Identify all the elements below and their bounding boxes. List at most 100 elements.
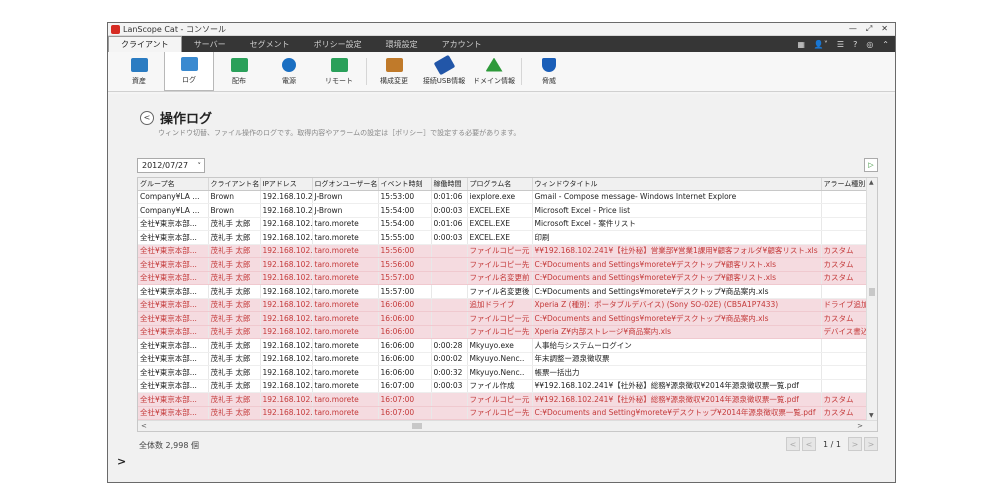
tab-policy[interactable]: ポリシー設定 [302,36,374,52]
table-cell: 15:57:00 [378,271,432,285]
tab-account[interactable]: アカウント [430,36,494,52]
table-row[interactable]: Company¥LA ... Brown 192.168.10.2 J-Brown 15… [138,190,867,204]
table-cell: 茂礼手 太郎 [208,379,261,393]
globe-icon[interactable]: ◎ [866,40,873,49]
export-icon[interactable]: ▷ [864,158,878,172]
user-icon[interactable]: 👤˅ [814,40,828,49]
help-icon[interactable]: ? [853,40,857,49]
table-cell: 全社¥東京本部... [138,311,209,326]
list-icon[interactable]: ☰ [837,40,844,49]
table-row[interactable]: 全社¥東京本部... 茂礼手 太郎 192.168.102... taro.moret… [138,217,867,231]
tab-environment[interactable]: 環境設定 [374,36,430,52]
table-cell: taro.morete [312,298,379,312]
building-icon[interactable]: ▦ [797,40,805,49]
tab-client[interactable]: クライアント [108,36,182,52]
column-header-window[interactable]: ウィンドウタイトル [532,178,822,191]
title-bar: LanScope Cat - コンソール — ⤢ ✕ [108,23,895,36]
scroll-left-icon[interactable]: < [141,422,147,430]
table-cell: 全社¥東京本部... [138,217,209,231]
table-cell: 印刷 [532,230,822,245]
toolbar-threat[interactable]: 脅威 [524,52,574,91]
table-cell: カスタム [821,392,867,407]
table-cell: 全社¥東京本部... [138,325,209,339]
maximize-icon[interactable]: ⤢ [866,24,872,34]
table-row[interactable]: 全社¥東京本部... 茂礼手 太郎 192.168.102... taro.moret… [138,365,867,380]
tab-server[interactable]: サーバー [182,36,238,52]
table-row[interactable]: 全社¥東京本部... 茂礼手 太郎 192.168.102... taro.moret… [138,271,867,285]
table-row[interactable]: Company¥LA ... Brown 192.168.10.2 J-Brown 15… [138,203,867,218]
table-cell [821,338,867,353]
toolbar-threat-label: 脅威 [542,76,556,85]
table-cell: taro.morete [312,406,379,420]
table-cell [821,190,867,204]
table-row[interactable]: 全社¥東京本部... 茂礼手 太郎 192.168.102... taro.moret… [138,338,867,353]
table-cell: 茂礼手 太郎 [208,406,261,420]
table-row[interactable]: 全社¥東京本部... 茂礼手 太郎 192.168.102... taro.moret… [138,244,867,258]
app-logo-icon [111,24,120,34]
table-cell: taro.morete [312,284,379,299]
table-row[interactable]: 全社¥東京本部... 茂礼手 太郎 192.168.102... taro.moret… [138,230,867,245]
table-row[interactable]: 全社¥東京本部... 茂礼手 太郎 192.168.102... taro.moret… [138,284,867,299]
expand-icon[interactable]: > [117,455,126,468]
column-header-client[interactable]: クライアント名 [208,178,261,191]
table-cell: Gmail - Compose message- Windows Interne… [532,190,822,204]
column-header-time[interactable]: イベント時刻 [378,178,432,191]
table-row[interactable]: 全社¥東京本部... 茂礼手 太郎 192.168.102... taro.moret… [138,352,867,366]
next-page-button[interactable]: > [848,437,862,451]
table-cell: 192.168.102... [260,379,313,393]
table-row[interactable]: 全社¥東京本部... 茂礼手 太郎 192.168.102... taro.moret… [138,257,867,272]
column-header-group[interactable]: グループ名 [138,178,209,191]
table-cell: 茂礼手 太郎 [208,271,261,285]
prev-page-button[interactable]: < [802,437,817,451]
table-cell: ¥¥192.168.102.241¥【社外秘】総務¥源泉徴収¥2014年源泉徴収… [532,392,822,407]
date-select[interactable]: 2012/07/27 ˅ [137,158,205,173]
table-cell: 全社¥東京本部... [138,284,209,299]
table-cell: taro.morete [312,311,379,326]
column-header-uptime[interactable]: 稼働時間 [431,178,468,191]
toolbar-usb[interactable]: 接続USB情報 [419,52,469,91]
close-icon[interactable]: ✕ [881,24,888,34]
scroll-down-icon[interactable]: ▼ [869,412,874,419]
tab-segment[interactable]: セグメント [238,36,302,52]
scroll-thumb-horizontal[interactable] [412,423,422,429]
scroll-right-icon[interactable]: > [857,422,863,430]
vertical-scrollbar[interactable]: ▲ ▼ [866,178,877,420]
table-row[interactable]: 全社¥東京本部... 茂礼手 太郎 192.168.102... taro.moret… [138,406,867,420]
column-header-ip[interactable]: IPアドレス [260,178,313,191]
table-cell [431,325,468,339]
scroll-thumb[interactable] [869,288,875,296]
table-row[interactable]: 全社¥東京本部... 茂礼手 太郎 192.168.102... taro.moret… [138,298,867,312]
horizontal-scrollbar[interactable]: < > [138,420,877,431]
table-cell: 全社¥東京本部... [138,257,209,272]
column-header-alarm[interactable]: アラーム種別 [821,178,867,191]
table-cell: ファイルコピー先 [467,257,533,272]
toolbar-asset[interactable]: 資産 [114,52,164,91]
toolbar-config-change[interactable]: 構成変更 [369,52,419,91]
toolbar-log[interactable]: ログ [164,52,214,91]
column-header-user[interactable]: ログオンユーザー名 [312,178,379,191]
table-row[interactable]: 全社¥東京本部... 茂礼手 太郎 192.168.102... taro.moret… [138,392,867,407]
table-cell: 全社¥東京本部... [138,230,209,245]
table-cell: ¥¥192.168.102.241¥【社外秘】営業部¥営業1課用¥顧客フォルダ¥… [532,244,822,258]
collapse-icon[interactable]: ⌃ [882,40,889,49]
minimize-icon[interactable]: — [849,24,857,34]
toolbar-domain[interactable]: ドメイン情報 [469,52,519,91]
toolbar-remote-label: リモート [325,76,353,85]
table-cell: 16:07:00 [378,392,432,407]
back-icon[interactable]: < [140,110,154,125]
column-header-program[interactable]: プログラム名 [467,178,533,191]
table-cell: 16:06:00 [378,298,432,312]
table-row[interactable]: 全社¥東京本部... 茂礼手 太郎 192.168.102... taro.moret… [138,379,867,393]
toolbar-remote[interactable]: リモート [314,52,364,91]
scroll-up-icon[interactable]: ▲ [869,179,874,186]
menu-bar: クライアント サーバー セグメント ポリシー設定 環境設定 アカウント ▦ 👤˅… [108,36,895,52]
table-cell: 192.168.10.2 [260,190,313,204]
table-row[interactable]: 全社¥東京本部... 茂礼手 太郎 192.168.102... taro.moret… [138,311,867,326]
table-cell: 茂礼手 太郎 [208,284,261,299]
last-page-button[interactable]: > [864,437,878,451]
table-row[interactable]: 全社¥東京本部... 茂礼手 太郎 192.168.102... taro.moret… [138,325,867,339]
toolbar-distribute[interactable]: 配布 [214,52,264,91]
toolbar-power[interactable]: 電源 [264,52,314,91]
main-content: < 操作ログ ウィンドウ切替、ファイル操作のログです。取得内容やアラームの設定は… [108,94,895,482]
first-page-button[interactable]: < [786,437,801,451]
